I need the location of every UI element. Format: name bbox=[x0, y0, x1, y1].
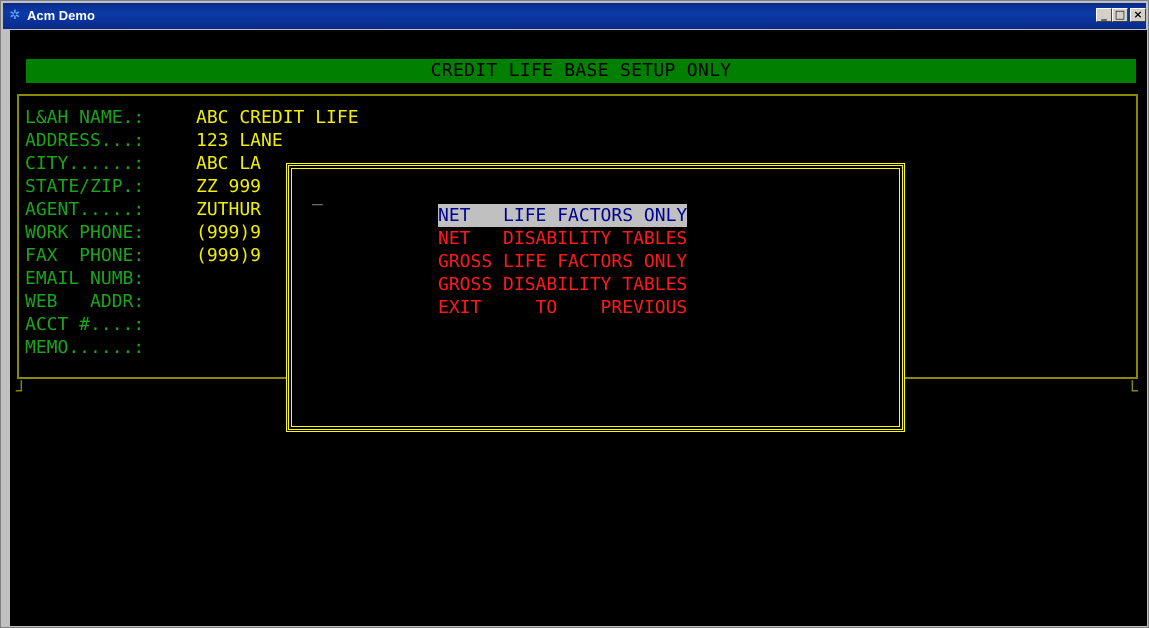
app-icon: ✲ bbox=[9, 8, 21, 23]
menu-item-gross-life[interactable]: GROSS LIFE FACTORS ONLY bbox=[438, 250, 687, 273]
close-button[interactable]: × bbox=[1130, 8, 1146, 22]
field-label-agent: AGENT.....: bbox=[25, 199, 145, 220]
frame-right-tick: └ bbox=[1127, 381, 1138, 402]
field-value-statezip[interactable]: ZZ 999 bbox=[196, 175, 261, 198]
field-label-acct: ACCT #....: bbox=[25, 314, 145, 335]
field-value-address[interactable]: 123 LANE bbox=[196, 129, 283, 152]
terminal-screen: CREDIT LIFE BASE SETUP ONLY ┘ └ L&AH NAM… bbox=[10, 30, 1147, 626]
window-title: Acm Demo bbox=[27, 8, 95, 23]
field-value-agent[interactable]: ZUTHUR bbox=[196, 198, 261, 221]
field-label-city: CITY......: bbox=[25, 153, 145, 174]
field-label-memo: MEMO......: bbox=[25, 337, 145, 358]
field-value-fax-phone[interactable]: (999)9 bbox=[196, 244, 261, 267]
menu-dialog: _ NET LIFE FACTORS ONLY NET DISABILITY T… bbox=[286, 163, 905, 432]
field-label-web: WEB ADDR: bbox=[25, 291, 145, 312]
field-label-address: ADDRESS...: bbox=[25, 130, 145, 151]
field-label-name: L&AH NAME.: bbox=[25, 107, 145, 128]
maximize-button[interactable]: □ bbox=[1112, 8, 1128, 22]
text-cursor: _ bbox=[312, 185, 323, 206]
menu-item-gross-disability[interactable]: GROSS DISABILITY TABLES bbox=[438, 273, 687, 296]
field-label-fax-phone: FAX PHONE: bbox=[25, 245, 145, 266]
field-value-city[interactable]: ABC LA bbox=[196, 152, 261, 175]
menu-item-exit[interactable]: EXIT TO PREVIOUS bbox=[438, 296, 687, 319]
app-window: ✲ Acm Demo _ □ × CREDIT LIFE BASE SETUP … bbox=[0, 0, 1149, 628]
field-label-work-phone: WORK PHONE: bbox=[25, 222, 145, 243]
banner-title: CREDIT LIFE BASE SETUP ONLY bbox=[430, 60, 732, 81]
menu-item-net-life[interactable]: NET LIFE FACTORS ONLY bbox=[438, 204, 688, 227]
field-value-name[interactable]: ABC CREDIT LIFE bbox=[196, 106, 359, 129]
screen-banner: CREDIT LIFE BASE SETUP ONLY bbox=[26, 59, 1136, 83]
frame-left-tick: ┘ bbox=[16, 381, 27, 402]
minimize-button[interactable]: _ bbox=[1096, 8, 1112, 22]
title-bar[interactable]: ✲ Acm Demo _ □ × bbox=[3, 3, 1146, 29]
field-label-statezip: STATE/ZIP.: bbox=[25, 176, 145, 197]
menu-item-net-disability[interactable]: NET DISABILITY TABLES bbox=[438, 227, 687, 250]
field-label-email: EMAIL NUMB: bbox=[25, 268, 145, 289]
field-value-work-phone[interactable]: (999)9 bbox=[196, 221, 261, 244]
